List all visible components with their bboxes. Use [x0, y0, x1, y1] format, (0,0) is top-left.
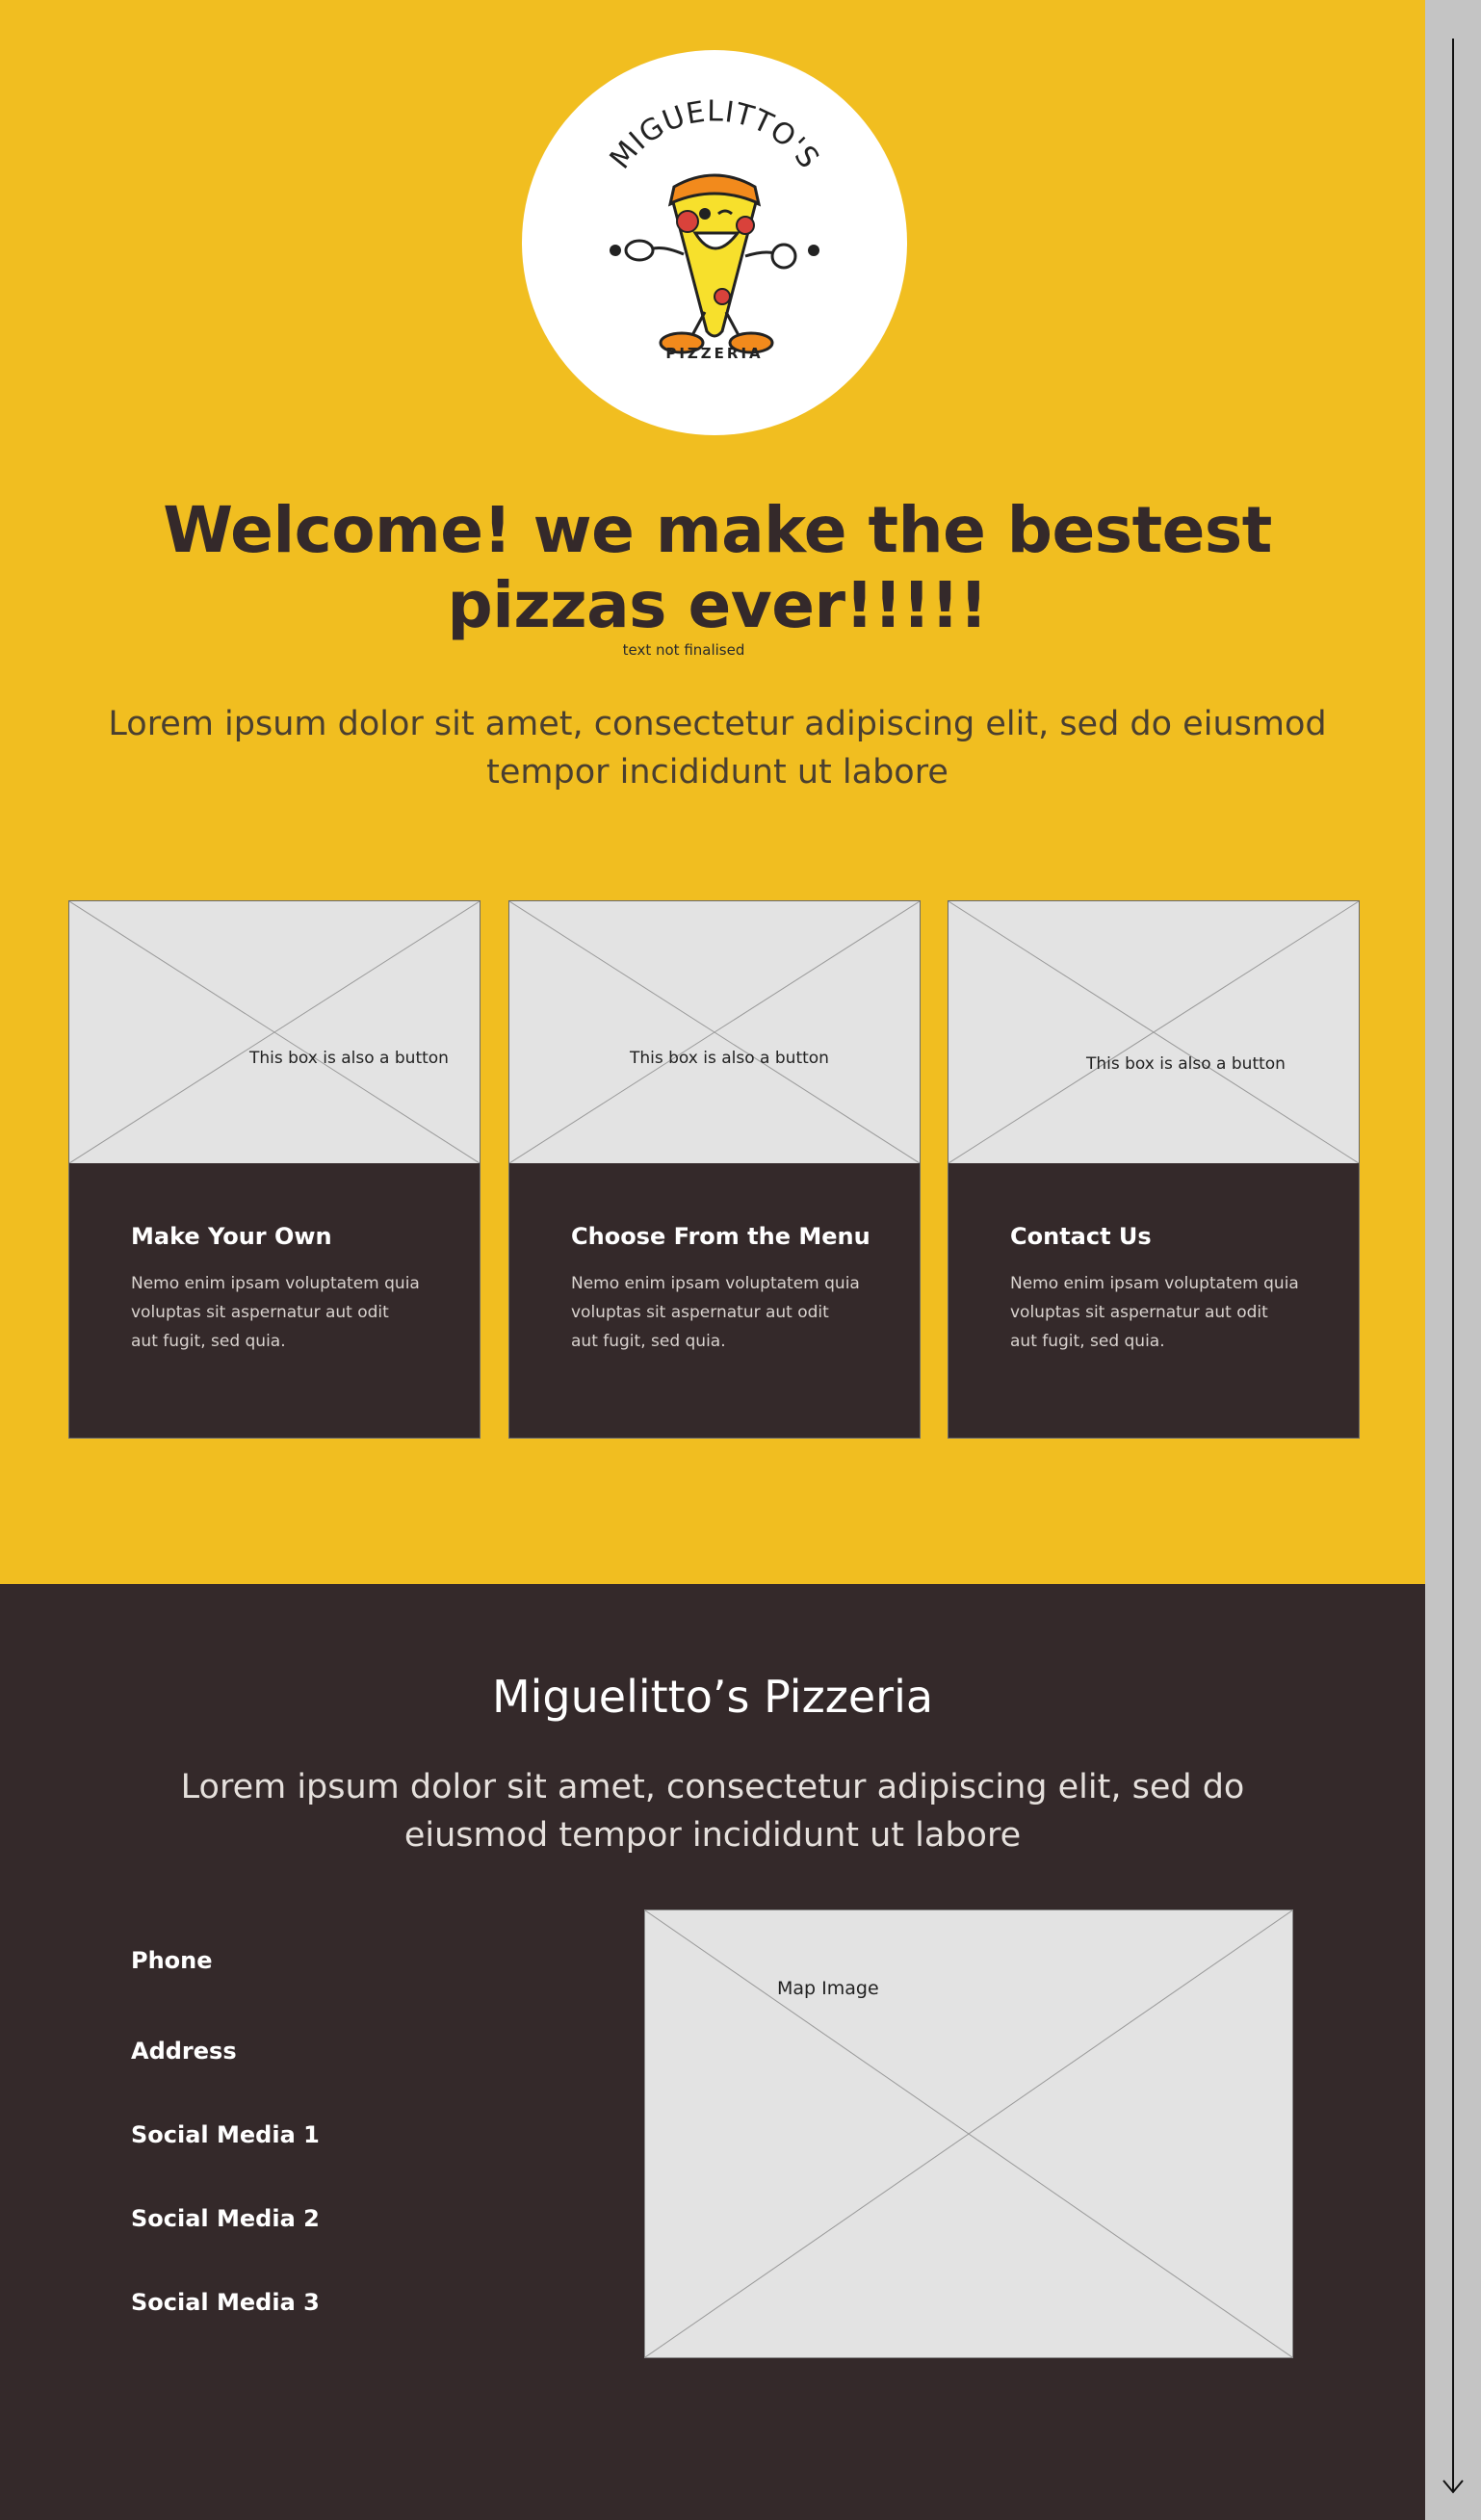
contact-social-media-3[interactable]: Social Media 3 [131, 2289, 320, 2316]
card-image-label: This box is also a button [630, 1049, 829, 1068]
card-image-placeholder[interactable]: This box is also a button [948, 901, 1359, 1163]
logo-subtitle: PIZZERIA [665, 345, 764, 362]
card-make-your-own[interactable]: This box is also a button Make Your Own … [68, 900, 481, 1439]
card-image-label: This box is also a button [249, 1049, 449, 1068]
footer-title: Miguelitto’s Pizzeria [491, 1671, 934, 1723]
hero-note: text not finalised [622, 641, 745, 659]
contact-phone[interactable]: Phone [131, 1947, 213, 1974]
logo-brand-text: MIGUELITTO'S [604, 94, 825, 175]
placeholder-cross-icon [645, 1910, 1292, 2357]
card-title: Choose From the Menu [571, 1223, 870, 1250]
placeholder-cross-icon [69, 901, 480, 1163]
hero-title: Welcome! we make the bestest pizzas ever… [163, 493, 1272, 642]
pizza-mascot-icon: MIGUELITTO'S [604, 94, 826, 354]
card-body: Choose From the Menu Nemo enim ipsam vol… [509, 1163, 920, 1438]
logo: MIGUELITTO'S PIZZERIA [522, 50, 907, 435]
map-image-placeholder[interactable]: Map Image [644, 1909, 1293, 2358]
contact-social-media-1[interactable]: Social Media 1 [131, 2121, 320, 2148]
svg-text:MIGUELITTO'S: MIGUELITTO'S [604, 94, 826, 175]
card-image-placeholder[interactable]: This box is also a button [69, 901, 480, 1163]
contact-address[interactable]: Address [131, 2038, 237, 2065]
placeholder-cross-icon [509, 901, 920, 1163]
footer-subtitle: Lorem ipsum dolor sit amet, consectetur … [180, 1768, 1245, 1855]
card-body: Contact Us Nemo enim ipsam voluptatem qu… [948, 1163, 1359, 1438]
hero-section: MIGUELITTO'S PIZZERIA Welcome! we make t… [0, 0, 1425, 1584]
card-title: Make Your Own [131, 1223, 332, 1250]
card-contact-us[interactable]: This box is also a button Contact Us Nem… [948, 900, 1360, 1439]
card-body: Make Your Own Nemo enim ipsam voluptatem… [69, 1163, 480, 1438]
card-text: Nemo enim ipsam voluptatem quia voluptas… [571, 1274, 860, 1351]
placeholder-cross-icon [948, 901, 1359, 1163]
map-label: Map Image [777, 1978, 879, 1999]
card-choose-from-menu[interactable]: This box is also a button Choose From th… [508, 900, 921, 1439]
scrollbar[interactable] [1425, 0, 1481, 2520]
card-title: Contact Us [1010, 1223, 1152, 1250]
scroll-down-arrow-icon [1442, 39, 1464, 2494]
card-image-label: This box is also a button [1086, 1054, 1286, 1074]
card-text: Nemo enim ipsam voluptatem quia voluptas… [131, 1274, 420, 1351]
card-text: Nemo enim ipsam voluptatem quia voluptas… [1010, 1274, 1299, 1351]
card-image-placeholder[interactable]: This box is also a button [509, 901, 920, 1163]
contact-social-media-2[interactable]: Social Media 2 [131, 2205, 320, 2232]
hero-subtitle: Lorem ipsum dolor sit amet, consectetur … [108, 705, 1327, 792]
